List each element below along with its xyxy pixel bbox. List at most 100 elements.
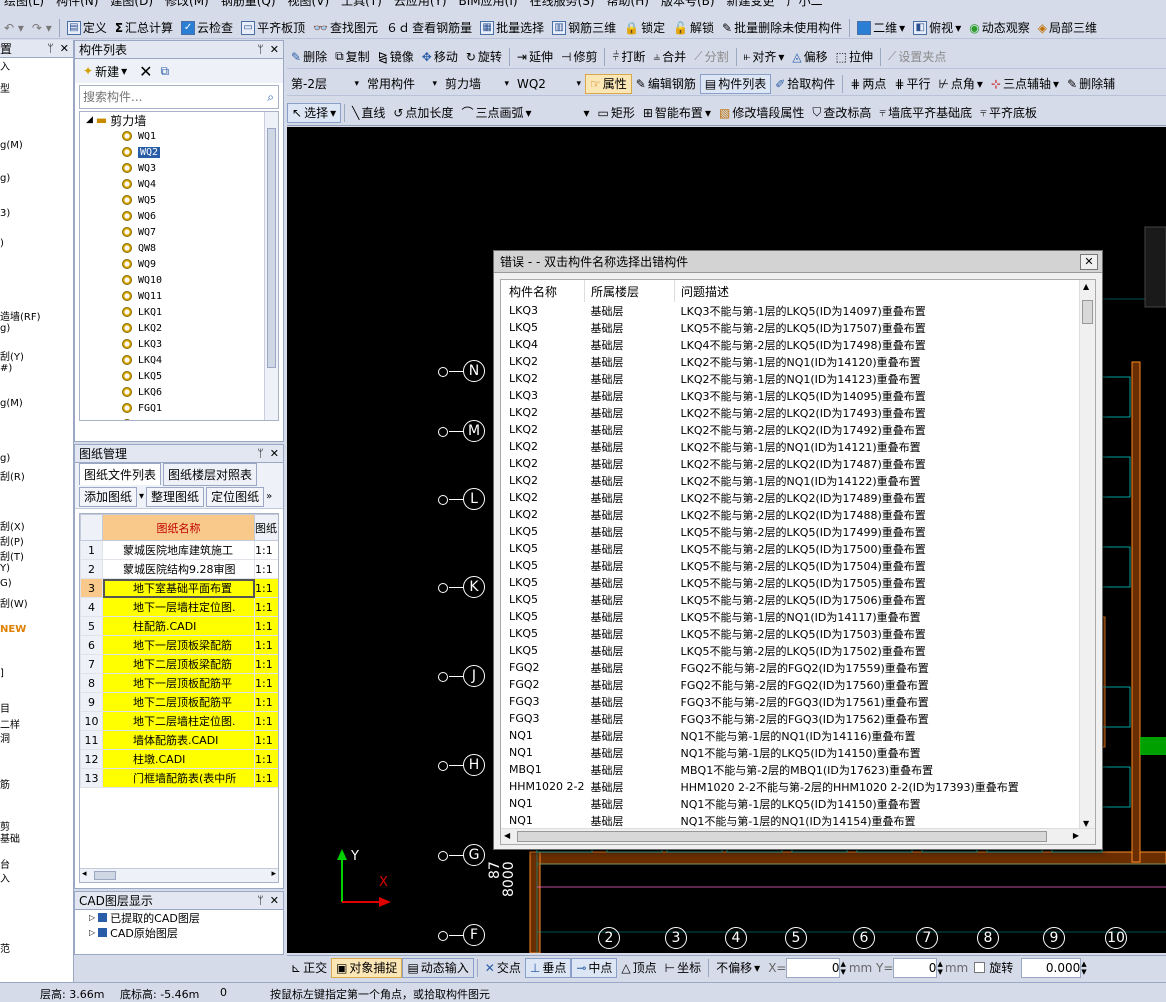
menu-item[interactable]: 建图(D): [110, 0, 153, 8]
component-item[interactable]: WQ11: [80, 288, 278, 304]
vscroll-thumb[interactable]: [1082, 300, 1093, 324]
stretch-button[interactable]: ⬚ 拉伸: [832, 47, 877, 67]
left-edge-item[interactable]: 刮(W): [0, 595, 28, 610]
axis-col-bubble[interactable]: 2: [598, 927, 620, 949]
left-edge-item[interactable]: 入: [0, 58, 10, 73]
menu-item[interactable]: 钢筋量(Q): [221, 0, 276, 8]
error-dialog-titlebar[interactable]: 错误 - - 双击构件名称选择出错构件 ✕: [494, 251, 1102, 273]
error-row[interactable]: MBQ1 基础层 MBQ1不能与第-2层的MBQ1(ID为17623)重叠布置: [501, 761, 1081, 778]
component-item[interactable]: LKQ2: [80, 320, 278, 336]
copy-button[interactable]: ⧉ 复制: [331, 47, 374, 67]
component-item[interactable]: WQ10: [80, 272, 278, 288]
left-edge-item[interactable]: Y): [0, 563, 10, 574]
drawing-row[interactable]: 7 地下二层顶板梁配筋 1:1: [80, 654, 278, 674]
left-edge-item[interactable]: 刮(P): [0, 533, 24, 548]
delete-aux-button[interactable]: ✎ 删除辅: [1063, 74, 1119, 94]
move-button[interactable]: ✥ 移动: [418, 47, 462, 67]
left-edge-item[interactable]: 刮(Y): [0, 348, 24, 363]
left-edge-item[interactable]: NEW: [0, 624, 26, 635]
menu-item[interactable]: 版本号(B): [661, 0, 715, 8]
offset-button[interactable]: ◬ 偏移: [788, 47, 831, 67]
component-item[interactable]: WQ9: [80, 256, 278, 272]
component-item[interactable]: LKQ4: [80, 352, 278, 368]
left-edge-item[interactable]: 刮(X): [0, 518, 25, 533]
error-row[interactable]: FGQ3 基础层 FGQ3不能与第-2层的FGQ3(ID为17561)重叠布置: [501, 693, 1081, 710]
close-icon[interactable]: ✕: [60, 42, 69, 55]
component-item[interactable]: WQ1: [80, 128, 278, 144]
hscroll-thumb[interactable]: [94, 871, 116, 880]
properties-button[interactable]: ☞ 属性: [585, 73, 632, 94]
align-dropdown[interactable]: ⫦ 对齐 ▾: [740, 47, 789, 67]
col-component-name[interactable]: 构件名称: [501, 280, 585, 302]
spinner-icon[interactable]: ▲ ▼: [1081, 960, 1086, 976]
left-edge-item[interactable]: 基础: [0, 830, 20, 845]
error-row[interactable]: NQ1 基础层 NQ1不能与第-1层的NQ1(ID为14154)重叠布置: [501, 812, 1081, 829]
component-item[interactable]: WQ7: [80, 224, 278, 240]
vertex-snap[interactable]: △ 顶点: [617, 958, 660, 978]
menu-item[interactable]: 修改(M): [165, 0, 209, 8]
align-bottom-slab-button[interactable]: ⫧ 平齐底板: [976, 103, 1041, 123]
axis-row-bubble[interactable]: L: [463, 488, 485, 510]
scroll-right-icon[interactable]: ▸: [271, 869, 276, 879]
redo-button[interactable]: ↷ ▾: [28, 18, 56, 38]
error-row[interactable]: LKQ3 基础层 LKQ3不能与第-1层的LKQ5(ID为14095)重叠布置: [501, 387, 1081, 404]
checkbox-icon[interactable]: [98, 913, 108, 922]
midpoint-snap[interactable]: ⊸ 中点: [571, 957, 618, 978]
drawing-row[interactable]: 13 门框墙配筋表(表中所 1:1: [80, 768, 278, 788]
search-icon[interactable]: ⌕: [267, 90, 278, 105]
component-item[interactable]: WQ6: [80, 208, 278, 224]
drawing-row[interactable]: 1 蒙城医院地库建筑施工 1:1: [80, 540, 278, 560]
left-edge-item[interactable]: g): [0, 173, 10, 184]
error-hscroll[interactable]: ◀ ▶: [501, 828, 1095, 844]
component-item[interactable]: WQ4: [80, 176, 278, 192]
batch-select-button[interactable]: ▦ 批量选择: [476, 18, 548, 38]
axis-col-bubble[interactable]: 6: [853, 927, 875, 949]
menu-item[interactable]: 构件(N): [56, 0, 98, 8]
left-edge-item[interactable]: 筋: [0, 776, 10, 791]
menu-item[interactable]: 视图(V): [288, 0, 330, 8]
trim-button[interactable]: ⊣ 修剪: [557, 47, 601, 67]
error-row[interactable]: LKQ5 基础层 LKQ5不能与第-2层的LKQ5(ID为17507)重叠布置: [501, 319, 1081, 336]
component-item[interactable]: WQ3: [80, 160, 278, 176]
dynamic-observe-button[interactable]: ◉ 动态观察: [965, 18, 1034, 38]
ortho-toggle[interactable]: ⊾ 正交: [287, 958, 331, 978]
offset-mode-dropdown[interactable]: 不偏移 ▾: [712, 958, 764, 978]
menu-item[interactable]: 在线服务(S): [530, 0, 595, 8]
rectangle-button[interactable]: ▭ 矩形: [594, 103, 639, 123]
error-row[interactable]: LKQ2 基础层 LKQ2不能与第-1层的NQ1(ID为14123)重叠布置: [501, 370, 1081, 387]
error-row[interactable]: LKQ2 基础层 LKQ2不能与第-2层的LKQ2(ID为17487)重叠布置: [501, 455, 1081, 472]
select-button[interactable]: ↖ 选择 ▾: [287, 102, 342, 123]
left-edge-item[interactable]: 台: [0, 856, 10, 871]
error-row[interactable]: HHM1020 2-2 基础层 HHM1020 2-2不能与第-2层的HHM1020…: [501, 778, 1081, 795]
point-angle-dropdown[interactable]: ⊬ 点角 ▾: [934, 74, 987, 94]
two-point-button[interactable]: ⋕ 两点: [846, 74, 890, 94]
2d-view-dropdown[interactable]: 二维 ▾: [853, 18, 909, 38]
menu-item[interactable]: BIM应用(I): [459, 0, 518, 8]
modify-wall-props-button[interactable]: ▧ 修改墙段属性: [715, 103, 808, 123]
left-edge-item[interactable]: #): [0, 363, 12, 374]
scroll-left-icon[interactable]: ◂: [82, 869, 87, 879]
error-row[interactable]: NQ1 基础层 NQ1不能与第-1层的LKQ5(ID为14150)重叠布置: [501, 795, 1081, 812]
left-edge-item[interactable]: g): [0, 453, 10, 464]
line-button[interactable]: ╲ 直线: [348, 103, 389, 123]
delete-component-icon[interactable]: ✕: [139, 62, 152, 81]
component-item[interactable]: FGQ1: [80, 400, 278, 416]
error-row[interactable]: LKQ5 基础层 LKQ5不能与第-1层的NQ1(ID为14117)重叠布置: [501, 608, 1081, 625]
local-3d-button[interactable]: ◈ 局部三维: [1034, 18, 1101, 38]
hscroll-thumb[interactable]: [517, 831, 1047, 842]
left-edge-item[interactable]: 范: [0, 940, 10, 955]
axis-row-bubble[interactable]: N: [463, 360, 485, 382]
axis-col-bubble[interactable]: 3: [665, 927, 687, 949]
merge-button[interactable]: ⫨ 合并: [649, 47, 690, 67]
left-edge-item[interactable]: ): [0, 238, 4, 249]
tree-root-shear-wall[interactable]: ◢ ▬ 剪力墙: [80, 112, 278, 128]
cad-layer-extracted[interactable]: ▷ 已提取的CAD图层: [75, 910, 283, 925]
axis-col-bubble[interactable]: 4: [725, 927, 747, 949]
cloud-check-button[interactable]: ✓ 云检查: [177, 18, 237, 38]
wall-bottom-align-button[interactable]: ⫧ 墙底平齐基础底: [875, 103, 976, 123]
align-slab-top-button[interactable]: ▭ 平齐板顶: [237, 18, 309, 38]
menu-item[interactable]: 工具(T): [341, 0, 382, 8]
expand-icon[interactable]: ▷: [89, 928, 95, 937]
error-row[interactable]: FGQ3 基础层 FGQ3不能与第-2层的FGQ3(ID为17562)重叠布置: [501, 710, 1081, 727]
error-row[interactable]: LKQ2 基础层 LKQ2不能与第-1层的NQ1(ID为14120)重叠布置: [501, 353, 1081, 370]
